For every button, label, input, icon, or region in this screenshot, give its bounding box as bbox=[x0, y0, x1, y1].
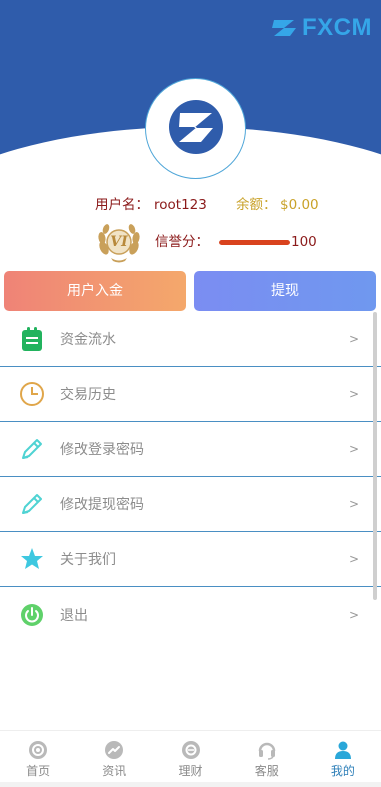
balance-label: 余额： bbox=[236, 197, 277, 213]
headset-icon bbox=[256, 739, 278, 761]
menu-item-label: 关于我们 bbox=[60, 552, 116, 568]
fxcm-logo-icon bbox=[271, 16, 299, 40]
menu-item-label: 退出 bbox=[60, 607, 88, 624]
menu-item-label: 资金流水 bbox=[60, 332, 116, 348]
clock-icon bbox=[18, 380, 46, 408]
power-icon bbox=[18, 601, 46, 629]
vip-badge-text: VI bbox=[110, 234, 128, 250]
chevron-right-icon: > bbox=[348, 387, 359, 401]
menu-item-change-withdraw-password[interactable]: 修改提现密码 > bbox=[0, 477, 381, 532]
chevron-right-icon: > bbox=[348, 607, 359, 622]
tab-label: 客服 bbox=[254, 764, 279, 778]
menu-item-fund-flow[interactable]: 资金流水 > bbox=[0, 312, 381, 367]
tab-customer-service[interactable]: 客服 bbox=[229, 731, 305, 782]
tab-home[interactable]: 首页 bbox=[0, 731, 76, 782]
withdraw-button[interactable]: 提现 bbox=[194, 271, 376, 311]
tab-label: 资讯 bbox=[102, 764, 127, 778]
chevron-right-icon: > bbox=[348, 332, 359, 346]
pencil-icon bbox=[18, 435, 46, 463]
tab-finance[interactable]: 理财 bbox=[152, 731, 228, 782]
tab-news[interactable]: 资讯 bbox=[76, 731, 152, 782]
home-icon bbox=[27, 739, 49, 761]
tab-label: 理财 bbox=[178, 764, 203, 778]
chevron-right-icon: > bbox=[348, 497, 359, 511]
pencil-icon bbox=[18, 490, 46, 518]
user-icon bbox=[332, 739, 354, 761]
credit-label: 信誉分： bbox=[155, 234, 209, 250]
account-info: 用户名： root123 余额： $0.00 bbox=[0, 195, 381, 215]
credit-score-fill bbox=[219, 240, 290, 245]
username-value: root123 bbox=[154, 197, 207, 213]
menu-item-logout[interactable]: 退出 > bbox=[0, 587, 381, 642]
bottom-tab-bar: 首页 资讯 理财 客服 我的 bbox=[0, 730, 381, 782]
tab-mine[interactable]: 我的 bbox=[305, 731, 381, 782]
tab-label: 首页 bbox=[26, 764, 51, 778]
menu-item-trade-history[interactable]: 交易历史 > bbox=[0, 367, 381, 422]
balance-value: $0.00 bbox=[280, 197, 319, 213]
menu-item-about-us[interactable]: 关于我们 > bbox=[0, 532, 381, 587]
credit-score-bar bbox=[219, 240, 290, 245]
vip-badge: VI bbox=[95, 220, 143, 264]
chevron-right-icon: > bbox=[348, 442, 359, 456]
tab-label: 我的 bbox=[330, 764, 355, 778]
menu-item-label: 修改登录密码 bbox=[60, 442, 144, 458]
bottom-edge bbox=[0, 782, 381, 787]
deposit-button[interactable]: 用户入金 bbox=[4, 271, 186, 311]
username-label: 用户名： bbox=[95, 197, 149, 213]
fxcm-z-avatar-icon bbox=[167, 98, 225, 160]
menu-item-change-login-password[interactable]: 修改登录密码 > bbox=[0, 422, 381, 477]
brand-name: FXCM bbox=[302, 14, 372, 41]
scrollbar[interactable] bbox=[373, 312, 377, 600]
brand-logo: FXCM bbox=[271, 14, 372, 42]
star-icon bbox=[18, 545, 46, 573]
account-menu: 资金流水 > 交易历史 > 修改登录密码 > 修改提现密码 > 关于我们 > 退… bbox=[0, 312, 381, 642]
menu-item-label: 交易历史 bbox=[60, 387, 116, 403]
clipboard-icon bbox=[18, 325, 46, 353]
menu-item-label: 修改提现密码 bbox=[60, 497, 144, 513]
chevron-right-icon: > bbox=[348, 552, 359, 566]
avatar[interactable] bbox=[145, 78, 246, 179]
news-trend-icon bbox=[103, 739, 125, 761]
credit-score-value: 100 bbox=[291, 234, 317, 250]
finance-icon bbox=[180, 739, 202, 761]
